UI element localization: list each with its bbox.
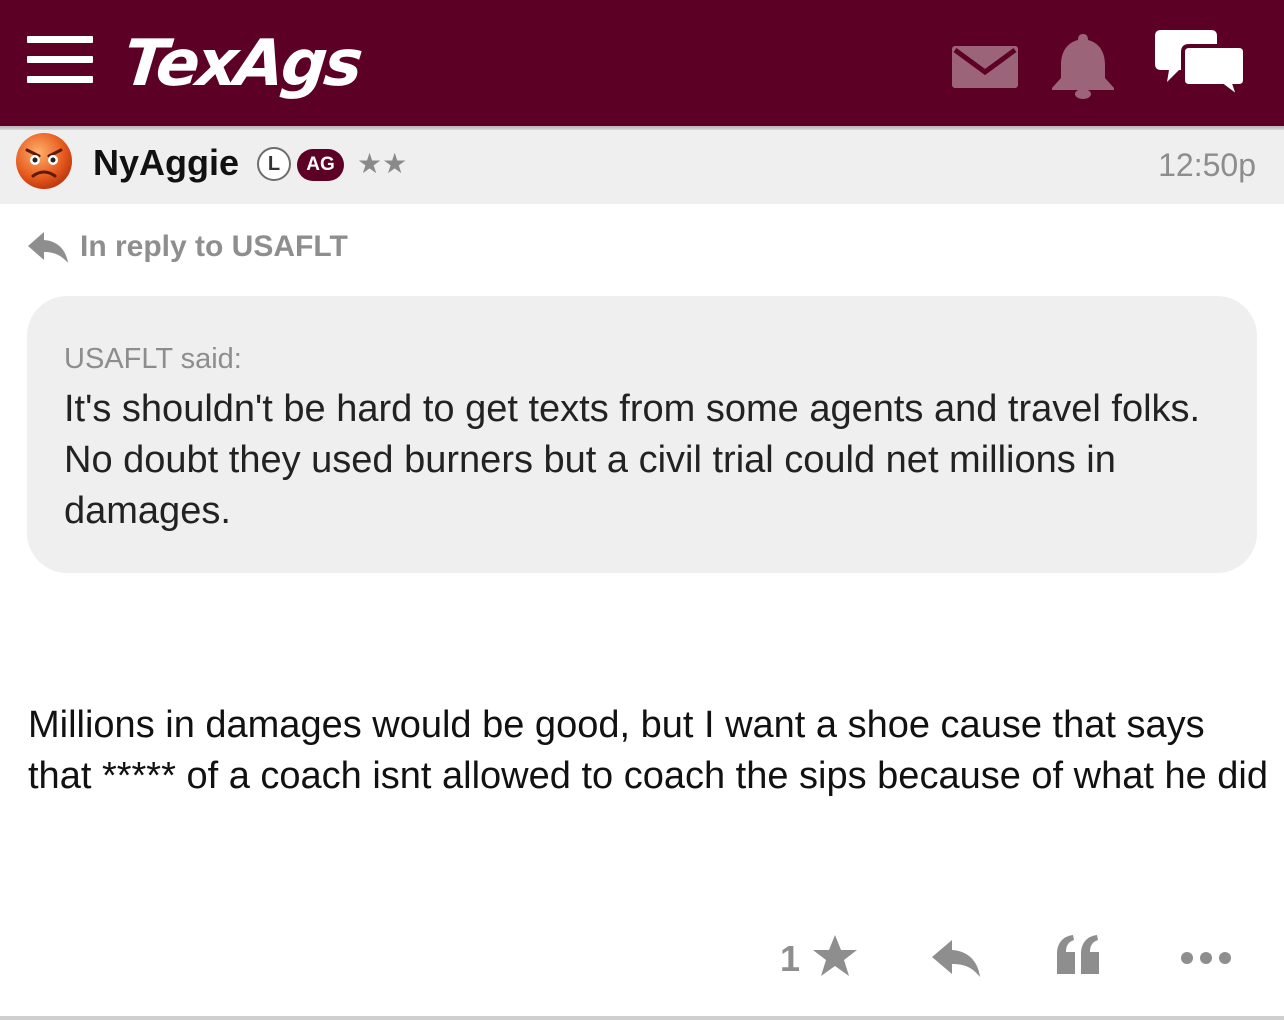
post-body-text: Millions in damages would be good, but I… — [28, 704, 1269, 797]
more-options-icon[interactable] — [1180, 948, 1232, 968]
reply-icon[interactable] — [932, 938, 980, 978]
quote-author: USAFLT said: — [64, 343, 242, 375]
quoted-post: USAFLT said: It's shouldn't be hard to g… — [27, 296, 1257, 573]
lifetime-badge: L — [257, 147, 291, 181]
hamburger-menu-icon[interactable] — [27, 36, 93, 84]
chat-icon[interactable] — [1155, 28, 1245, 98]
star-icon[interactable] — [812, 934, 858, 978]
reply-arrow-icon — [28, 232, 68, 263]
in-reply-to-link[interactable]: In reply to USAFLT — [80, 226, 348, 268]
quote-icon[interactable] — [1055, 934, 1101, 976]
post-timestamp: 12:50p — [1158, 147, 1256, 183]
site-logo[interactable]: TexAgs — [120, 24, 364, 104]
user-rank-stars: ★★ — [357, 147, 408, 180]
post-username[interactable]: NyAggie — [93, 140, 239, 186]
post-header: NyAggie L AG ★★ 12:50p — [0, 130, 1284, 204]
quote-text: It's shouldn't be hard to get texts from… — [64, 388, 1201, 532]
bell-icon[interactable] — [1050, 32, 1116, 100]
angry-face-avatar-icon[interactable] — [15, 132, 73, 190]
mail-icon[interactable] — [952, 46, 1018, 88]
top-navigation-bar: TexAgs — [0, 0, 1284, 126]
ag-badge: AG — [297, 149, 344, 181]
post-divider — [0, 1016, 1284, 1020]
like-count: 1 — [780, 938, 801, 979]
